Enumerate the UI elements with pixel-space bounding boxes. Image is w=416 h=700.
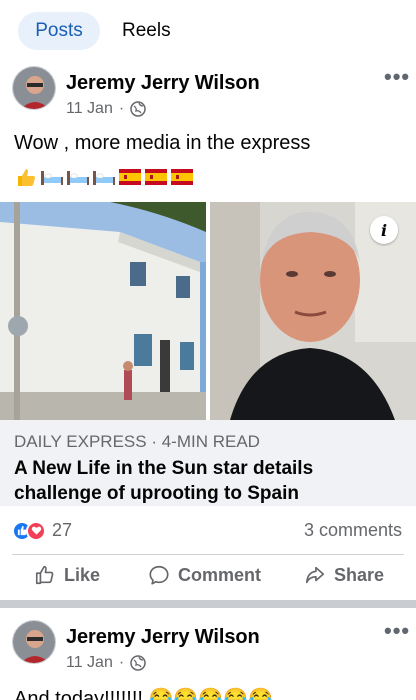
author-name[interactable]: Jeremy Jerry Wilson: [66, 626, 260, 649]
spain-flag-emoji-icon: [170, 166, 194, 188]
author-name[interactable]: Jeremy Jerry Wilson: [66, 72, 260, 95]
reactions-summary[interactable]: 27: [12, 520, 72, 541]
more-options-icon[interactable]: •••: [384, 618, 410, 644]
link-title[interactable]: A New Life in the Sun star details chall…: [14, 456, 402, 506]
emoji-row: [14, 166, 194, 188]
like-button[interactable]: Like: [34, 564, 100, 586]
spain-flag-emoji-icon: [118, 166, 142, 188]
bed-emoji-icon: [92, 166, 116, 188]
post-date[interactable]: 11 Jan: [66, 100, 113, 118]
profile-tabs: Posts Reels: [0, 0, 416, 64]
share-button[interactable]: Share: [304, 564, 384, 586]
comment-label: Comment: [178, 564, 262, 585]
thumbs-up-icon: [35, 565, 54, 585]
reaction-count: 27: [52, 520, 73, 540]
avatar[interactable]: [12, 620, 56, 664]
tab-posts[interactable]: Posts: [18, 12, 100, 50]
post-meta: 11 Jan ·: [66, 654, 146, 672]
post-text: And today!!!!!!! 😂😂😂😂😂: [14, 688, 274, 700]
comments-count[interactable]: 3 comments: [304, 520, 402, 541]
post-date[interactable]: 11 Jan: [66, 654, 113, 672]
comment-button[interactable]: Comment: [148, 564, 261, 586]
globe-icon: [130, 101, 146, 117]
link-preview-image[interactable]: [0, 202, 416, 420]
post-actions: Like Comment Share: [0, 558, 416, 598]
post-meta: 11 Jan ·: [66, 100, 146, 118]
info-label: i: [380, 220, 388, 240]
meta-dot: ·: [118, 654, 125, 671]
more-options-icon[interactable]: •••: [384, 64, 410, 90]
post-separator: [0, 600, 416, 608]
spain-flag-emoji-icon: [144, 166, 168, 188]
bed-emoji-icon: [66, 166, 90, 188]
comment-icon: [149, 565, 169, 585]
divider: [12, 554, 404, 555]
link-preview-body[interactable]: DAILY EXPRESS · 4-MIN READ A New Life in…: [0, 420, 416, 506]
thumbs-up-emoji-icon: [14, 166, 38, 188]
meta-dot: ·: [118, 100, 125, 117]
love-icon: [26, 520, 46, 541]
info-icon[interactable]: i: [370, 216, 398, 244]
tab-reels[interactable]: Reels: [122, 12, 171, 50]
avatar[interactable]: [12, 66, 56, 110]
post-text: Wow , more media in the express: [14, 132, 311, 154]
bed-emoji-icon: [40, 166, 64, 188]
like-label: Like: [64, 564, 101, 585]
share-icon: [305, 566, 325, 584]
share-label: Share: [334, 564, 385, 585]
globe-icon: [130, 655, 146, 671]
link-source: DAILY EXPRESS · 4-MIN READ: [14, 432, 260, 451]
